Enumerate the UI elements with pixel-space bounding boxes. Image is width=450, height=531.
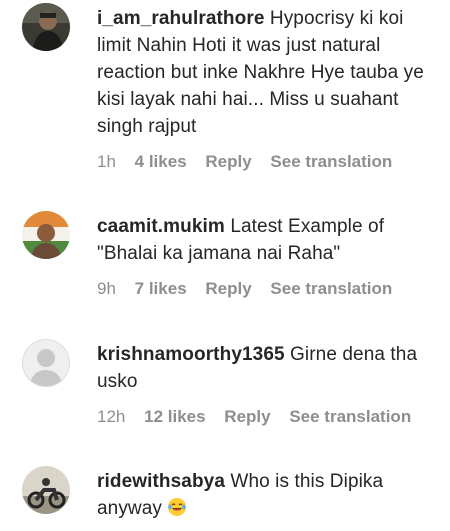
avatar[interactable] — [22, 211, 70, 259]
default-avatar-icon — [22, 339, 70, 387]
profile-photo-icon — [22, 466, 70, 514]
avatar[interactable] — [22, 466, 70, 514]
likes-count[interactable]: 4 likes — [135, 152, 187, 171]
profile-photo-icon — [22, 211, 70, 259]
comment-text: i_am_rahulrathore Hypocrisy ki koi limit… — [97, 5, 442, 140]
see-translation-button[interactable]: See translation — [270, 152, 392, 171]
comment-meta: 9h 7 likes Reply See translation — [97, 279, 442, 299]
comment-username[interactable]: krishnamoorthy1365 — [97, 344, 285, 365]
reply-button[interactable]: Reply — [205, 279, 251, 298]
comment-text: caamit.mukim Latest Example of "Bhalai k… — [97, 213, 442, 267]
comment-text: krishnamoorthy1365 Girne dena tha usko — [97, 341, 442, 395]
comment-time: 12h — [97, 407, 126, 426]
avatar[interactable] — [22, 3, 70, 51]
comment-text: ridewithsabya Who is this Dipika anyway — [97, 468, 442, 522]
comments-list: i_am_rahulrathore Hypocrisy ki koi limit… — [0, 0, 450, 531]
avatar[interactable] — [22, 339, 70, 387]
likes-count[interactable]: 12 likes — [144, 407, 205, 426]
comment-time: 9h — [97, 279, 116, 298]
comment-time: 1h — [97, 152, 116, 171]
comment-username[interactable]: ridewithsabya — [97, 471, 225, 492]
comment-username[interactable]: caamit.mukim — [97, 216, 225, 237]
reply-button[interactable]: Reply — [205, 152, 251, 171]
profile-photo-icon — [22, 3, 70, 51]
likes-count[interactable]: 7 likes — [135, 279, 187, 298]
comment-meta: 1h 4 likes Reply See translation — [97, 152, 442, 172]
comment-username[interactable]: i_am_rahulrathore — [97, 8, 265, 29]
see-translation-button[interactable]: See translation — [289, 407, 411, 426]
reply-button[interactable]: Reply — [224, 407, 270, 426]
comment-meta: 12h 12 likes Reply See translation — [97, 407, 442, 427]
see-translation-button[interactable]: See translation — [270, 279, 392, 298]
laughing-tears-emoji-icon — [167, 497, 187, 517]
